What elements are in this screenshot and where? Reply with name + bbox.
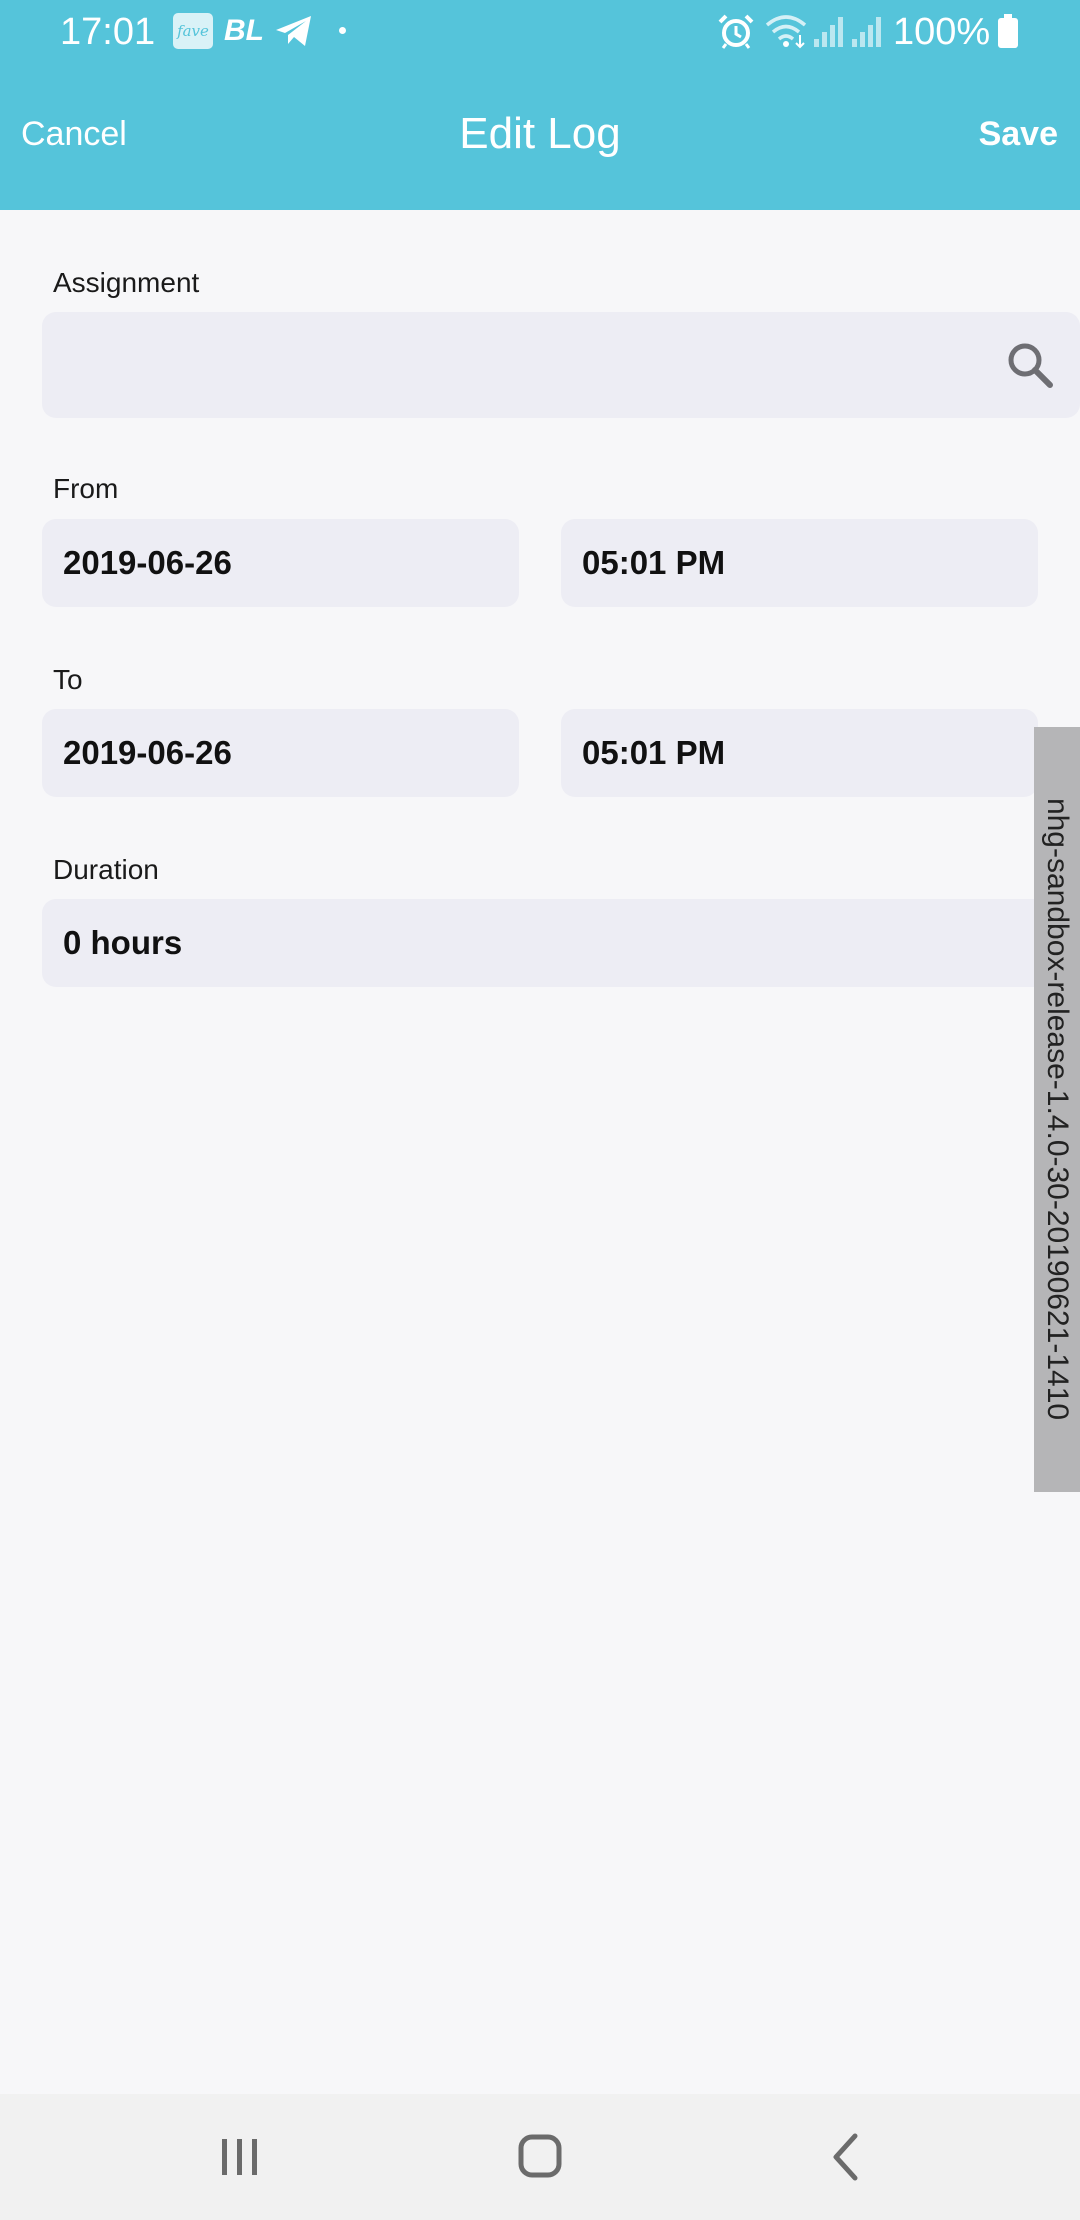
to-date-field[interactable]: 2019-06-26 (42, 709, 519, 797)
app-bar: Cancel Edit Log Save (0, 64, 1080, 210)
status-bar: 17:01 fave BL 100% (0, 0, 1080, 64)
home-icon[interactable] (506, 2124, 576, 2190)
duration-label: Duration (53, 854, 159, 885)
status-time: 17:01 (60, 11, 156, 53)
page-title: Edit Log (459, 109, 621, 158)
to-label: To (53, 664, 83, 695)
search-icon[interactable] (1004, 339, 1056, 391)
battery-icon (998, 14, 1018, 48)
wifi-icon (765, 15, 807, 49)
from-time-field[interactable]: 05:01 PM (561, 519, 1038, 607)
build-version-text: nhg-sandbox-release-1.4.0-30-20190621-14… (1041, 797, 1074, 1421)
recent-apps-icon[interactable] (205, 2124, 275, 2190)
build-version-tag: nhg-sandbox-release-1.4.0-30-20190621-14… (1034, 727, 1080, 1492)
to-date-value: 2019-06-26 (63, 734, 232, 771)
to-time-value: 05:01 PM (582, 734, 726, 771)
from-label: From (53, 473, 119, 504)
header: 17:01 fave BL 100% Cancel Edit Log Save (0, 0, 1080, 210)
battery-percent: 100% (893, 11, 991, 53)
assignment-input[interactable] (42, 312, 1080, 418)
navigation-bar (0, 2094, 1080, 2220)
assignment-label: Assignment (53, 267, 200, 298)
from-date-value: 2019-06-26 (63, 544, 232, 581)
bl-icon: BL (224, 14, 264, 47)
alarm-icon (718, 14, 754, 49)
from-date-field[interactable]: 2019-06-26 (42, 519, 519, 607)
fave-icon: fave (173, 13, 213, 49)
signal-icon (852, 17, 881, 47)
duration-value: 0 hours (63, 924, 183, 961)
telegram-icon (276, 16, 311, 46)
signal-icon (814, 17, 843, 47)
to-time-field[interactable]: 05:01 PM (561, 709, 1038, 797)
duration-field[interactable]: 0 hours (42, 899, 1080, 987)
from-time-value: 05:01 PM (582, 544, 726, 581)
dot-icon (339, 27, 346, 34)
back-icon[interactable] (810, 2124, 880, 2190)
save-button[interactable]: Save (979, 114, 1058, 154)
edit-log-screen: 17:01 fave BL 100% Cancel Edit Log Save … (0, 0, 1080, 2220)
assignment-field[interactable] (42, 312, 1080, 418)
